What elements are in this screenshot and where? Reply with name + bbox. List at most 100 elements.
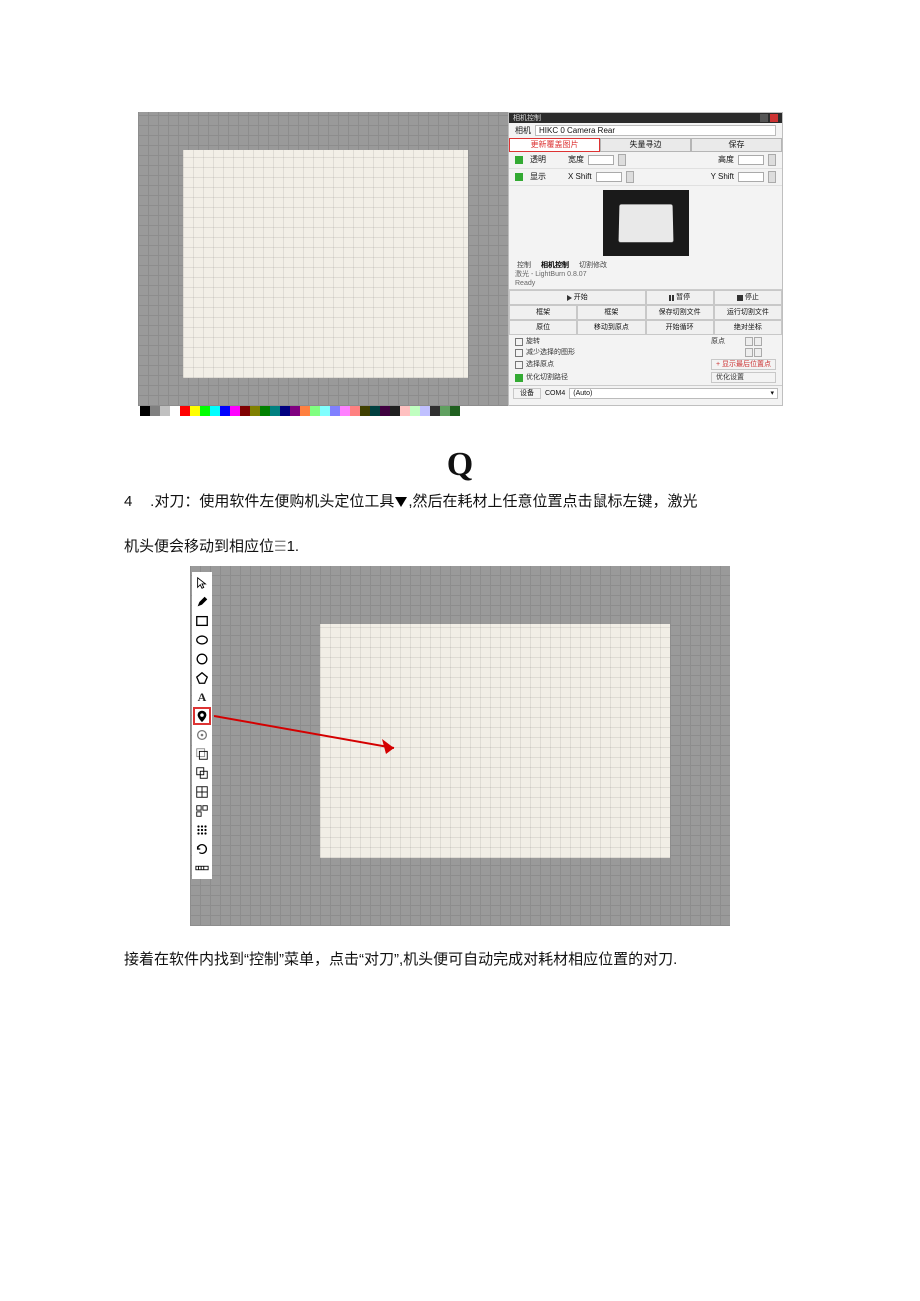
ellipse-icon[interactable] <box>194 632 210 648</box>
start-button[interactable]: 开始 <box>509 290 646 305</box>
color-swatch[interactable] <box>240 406 250 416</box>
subtab-camera[interactable]: 相机控制 <box>539 262 571 269</box>
origin-stepper[interactable] <box>745 337 776 346</box>
measure-icon[interactable] <box>194 860 210 876</box>
input-yshift[interactable] <box>738 172 764 182</box>
grid1-icon[interactable] <box>194 784 210 800</box>
spinner-icon[interactable] <box>768 154 776 166</box>
rectangle-icon[interactable] <box>194 613 210 629</box>
color-swatch[interactable] <box>400 406 410 416</box>
color-swatch[interactable] <box>350 406 360 416</box>
color-swatch[interactable] <box>310 406 320 416</box>
devices-button[interactable]: 设备 <box>513 388 541 399</box>
color-swatch[interactable] <box>330 406 340 416</box>
show-last-pos-button[interactable]: 显示最后位置点 <box>722 361 771 368</box>
input-height[interactable] <box>738 155 764 165</box>
com-port: COM4 <box>545 390 565 397</box>
color-swatch[interactable] <box>190 406 200 416</box>
locate-tool-glyph-icon <box>395 497 407 507</box>
input-xshift[interactable] <box>596 172 622 182</box>
move-origin-button[interactable]: 移动到原点 <box>577 320 645 335</box>
step4-text2b: 1. <box>287 538 300 555</box>
device-select[interactable]: (Auto)▾ <box>569 388 778 399</box>
spinner-icon[interactable] <box>618 154 626 166</box>
pause-button[interactable]: 暂停 <box>646 290 714 305</box>
heading-q: Q <box>0 446 920 484</box>
red-arrow-icon <box>214 706 414 766</box>
edit-icon[interactable] <box>194 594 210 610</box>
refresh-icon[interactable] <box>194 841 210 857</box>
target-icon[interactable] <box>194 727 210 743</box>
pointer-icon[interactable] <box>194 575 210 591</box>
circle-icon[interactable] <box>194 651 210 667</box>
polygon-icon[interactable] <box>194 670 210 686</box>
tab-save[interactable]: 保存 <box>691 138 782 152</box>
boolean-icon[interactable] <box>194 765 210 781</box>
step-number: 4 <box>124 490 146 514</box>
color-swatch[interactable] <box>450 406 460 416</box>
color-swatch[interactable] <box>380 406 390 416</box>
checkbox-show[interactable] <box>515 173 523 181</box>
subtab-control[interactable]: 控制 <box>515 262 533 269</box>
chk-rotate[interactable] <box>515 338 523 346</box>
color-swatch[interactable] <box>250 406 260 416</box>
color-swatch[interactable] <box>300 406 310 416</box>
close-icon[interactable] <box>770 114 778 122</box>
color-swatch[interactable] <box>430 406 440 416</box>
color-swatch[interactable] <box>170 406 180 416</box>
home-button[interactable]: 原位 <box>509 320 577 335</box>
run-cut-button[interactable]: 运行切割文件 <box>714 305 782 320</box>
pos-mode-select[interactable]: 绝对坐标 <box>714 320 782 335</box>
chk-optimize[interactable] <box>515 374 523 382</box>
optimize-settings-button[interactable]: 优化设置 <box>711 372 776 383</box>
color-swatch[interactable] <box>290 406 300 416</box>
minimize-icon[interactable] <box>760 114 768 122</box>
color-swatch[interactable] <box>360 406 370 416</box>
frame2-button[interactable]: 框架 <box>577 305 645 320</box>
material-sheet <box>183 150 468 378</box>
origin-stepper2[interactable] <box>745 348 776 357</box>
tool-column: A <box>192 572 212 879</box>
panel-tabs: 更新覆盖图片 失量寻边 保存 <box>509 138 782 152</box>
color-swatch[interactable] <box>280 406 290 416</box>
frame-button[interactable]: 框架 <box>509 305 577 320</box>
color-swatch[interactable] <box>440 406 450 416</box>
color-swatch[interactable] <box>370 406 380 416</box>
tab-update-overlay[interactable]: 更新覆盖图片 <box>509 138 600 152</box>
spinner-icon[interactable] <box>626 171 634 183</box>
tab-fade[interactable]: 失量寻边 <box>600 138 691 152</box>
color-swatch[interactable] <box>340 406 350 416</box>
color-swatch[interactable] <box>260 406 270 416</box>
camera-control-panel: 相机控制 相机 HIKC 0 Camera Rear 更新覆盖图片 失量寻边 保… <box>508 112 783 406</box>
start-here-button[interactable]: 开始循环 <box>646 320 714 335</box>
spinner-icon[interactable] <box>768 171 776 183</box>
color-swatch[interactable] <box>230 406 240 416</box>
color-swatch[interactable] <box>390 406 400 416</box>
color-swatch[interactable] <box>150 406 160 416</box>
chk-cut-selection[interactable] <box>515 349 523 357</box>
color-swatch[interactable] <box>200 406 210 416</box>
offset-icon[interactable] <box>194 746 210 762</box>
input-width[interactable] <box>588 155 614 165</box>
color-swatch[interactable] <box>210 406 220 416</box>
grid2-icon[interactable] <box>194 803 210 819</box>
chk-use-selection-origin[interactable] <box>515 361 523 369</box>
checkbox-transparent[interactable] <box>515 156 523 164</box>
color-swatch[interactable] <box>160 406 170 416</box>
color-swatch[interactable] <box>220 406 230 416</box>
color-swatch[interactable] <box>140 406 150 416</box>
stop-button[interactable]: 停止 <box>714 290 782 305</box>
step4-text2a: 机头便会移动到相应位 <box>124 538 274 555</box>
subtab-cutopt[interactable]: 切割修改 <box>577 262 609 269</box>
color-swatch[interactable] <box>320 406 330 416</box>
save-cut-button[interactable]: 保存切割文件 <box>646 305 714 320</box>
locate-icon[interactable] <box>194 708 210 724</box>
color-swatch[interactable] <box>420 406 430 416</box>
camera-value[interactable]: HIKC 0 Camera Rear <box>539 127 615 135</box>
array-icon[interactable] <box>194 822 210 838</box>
color-swatch[interactable] <box>410 406 420 416</box>
color-swatch[interactable] <box>270 406 280 416</box>
text-icon[interactable]: A <box>194 689 210 705</box>
status-line-2: Ready <box>509 280 782 289</box>
color-swatch[interactable] <box>180 406 190 416</box>
